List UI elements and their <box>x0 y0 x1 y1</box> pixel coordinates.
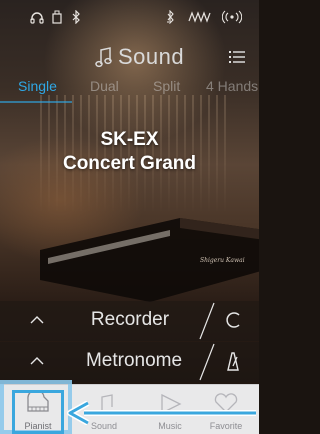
status-bar <box>0 0 259 40</box>
page-title: Sound <box>118 44 185 69</box>
midi-icon <box>188 11 211 23</box>
tab-4-hands[interactable]: 4 Hands <box>206 78 258 94</box>
tab-split[interactable]: Split <box>153 78 180 94</box>
mode-tabs: Single Dual Split 4 Hands <box>0 78 259 103</box>
usb-icon <box>52 10 62 24</box>
pointer-arrow <box>67 401 256 425</box>
recorder-row[interactable]: Recorder <box>0 301 259 341</box>
brand-mark-text: Shigeru Kawai <box>200 257 245 264</box>
sound-screen: Shigeru Kawai Sound Single Dual Split 4 … <box>0 0 259 434</box>
tab-single[interactable]: Single <box>18 78 57 94</box>
sound-name-line1: SK-EX <box>100 129 159 150</box>
selected-sound-name[interactable]: SK-EX Concert Grand <box>0 128 259 176</box>
list-menu-icon[interactable] <box>229 50 245 64</box>
tab-dual[interactable]: Dual <box>90 78 119 94</box>
headphones-icon <box>30 12 44 24</box>
grand-piano-image: Shigeru Kawai <box>40 218 259 302</box>
metronome-icon[interactable] <box>222 350 244 372</box>
metronome-row[interactable]: Metronome <box>0 342 259 382</box>
divider-slash <box>199 302 215 340</box>
bluetooth-audio-icon <box>167 10 174 24</box>
wireless-icon <box>222 10 242 24</box>
header: Sound <box>0 42 259 72</box>
music-note-icon <box>95 47 112 68</box>
record-icon[interactable] <box>222 309 244 331</box>
highlight-frame <box>12 390 64 434</box>
sound-name-line2: Concert Grand <box>62 153 197 174</box>
active-tab-indicator <box>0 101 72 103</box>
bluetooth-icon <box>72 10 80 24</box>
divider-slash <box>199 343 215 381</box>
